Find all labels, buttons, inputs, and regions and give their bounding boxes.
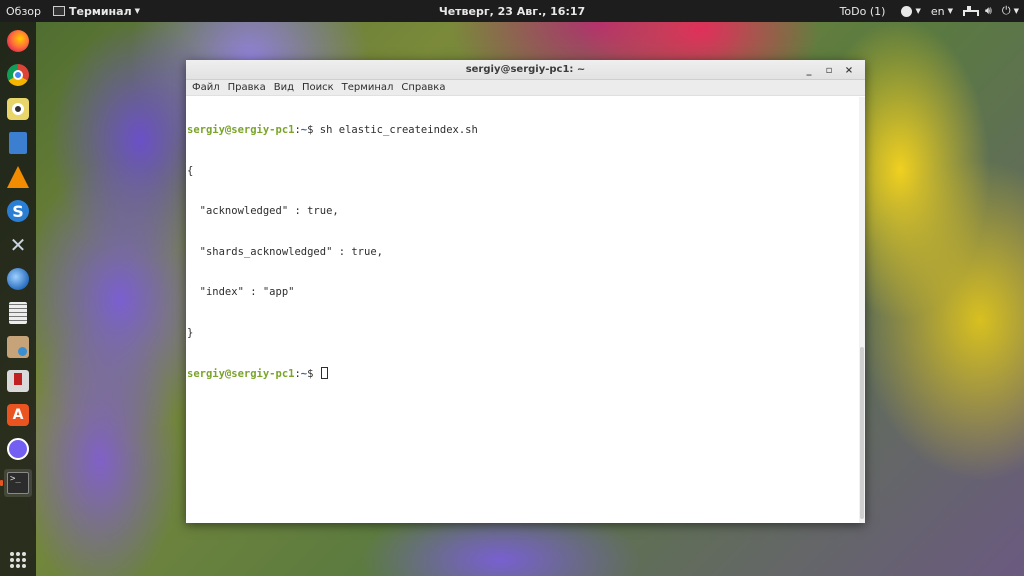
command-line: sergiy@sergiy-pc1:~$ sh elastic_createin… <box>187 124 858 138</box>
menu-bar: Файл Правка Вид Поиск Терминал Справка <box>186 80 865 96</box>
activities-label: Обзор <box>6 4 42 18</box>
window-titlebar[interactable]: sergiy@sergiy-pc1: ~ _ ▫ × <box>186 60 865 80</box>
vlc-icon <box>7 166 29 188</box>
dock-item-software-center[interactable]: A <box>4 401 32 429</box>
menu-file[interactable]: Файл <box>188 80 224 96</box>
output-line: } <box>187 326 194 339</box>
close-button[interactable]: × <box>839 60 859 80</box>
language-menu[interactable]: en ▼ <box>926 0 958 22</box>
menu-help[interactable]: Справка <box>397 80 449 96</box>
app-menu-label: Терминал <box>69 4 132 18</box>
terminal-window: sergiy@sergiy-pc1: ~ _ ▫ × Файл Правка В… <box>186 60 865 523</box>
command-text: sh elastic_createindex.sh <box>319 124 478 136</box>
files-icon <box>7 336 29 358</box>
top-bar: Обзор Терминал ▼ Четверг, 23 Авг., 16:17… <box>0 0 1024 22</box>
window-title: sergiy@sergiy-pc1: ~ <box>465 64 586 75</box>
dock-item-files[interactable] <box>4 333 32 361</box>
dock-item-simplenote[interactable]: S <box>4 197 32 225</box>
window-controls: _ ▫ × <box>799 60 859 80</box>
terminal-output[interactable]: sergiy@sergiy-pc1:~$ sh elastic_createin… <box>186 97 859 523</box>
power-menu[interactable]: ⏻ ▼ <box>997 0 1024 22</box>
dock-item-viber[interactable] <box>4 435 32 463</box>
todo-label: ToDo (1) <box>839 4 886 18</box>
firefox-icon <box>7 30 29 52</box>
software-center-icon: A <box>7 404 29 426</box>
clock-label[interactable]: Четверг, 23 Авг., 16:17 <box>439 5 585 18</box>
maximize-button[interactable]: ▫ <box>819 60 839 80</box>
output-line: "index" : "app" <box>187 286 295 298</box>
network-icon <box>962 6 979 16</box>
terminal-icon: >_ <box>7 472 29 494</box>
dock-item-firefox[interactable] <box>4 27 32 55</box>
dock-item-chrome[interactable] <box>4 61 32 89</box>
show-applications-button[interactable] <box>0 552 36 568</box>
dock-item-installer[interactable] <box>4 367 32 395</box>
menu-edit[interactable]: Правка <box>224 80 270 96</box>
terminal-app-icon <box>53 6 66 16</box>
installer-icon <box>7 370 29 392</box>
accessibility-menu[interactable]: ▼ <box>896 0 925 22</box>
dock: S ✕ A >_ <box>0 22 36 576</box>
minimize-button[interactable]: _ <box>799 60 819 80</box>
menu-terminal[interactable]: Терминал <box>338 80 398 96</box>
scrollbar[interactable] <box>859 97 865 523</box>
rhythmbox-icon <box>7 98 29 120</box>
active-prompt-line: sergiy@sergiy-pc1:~$ <box>187 367 858 381</box>
accessibility-icon <box>901 5 913 17</box>
dock-item-vlc[interactable] <box>4 163 32 191</box>
app-menu-button[interactable]: Терминал ▼ <box>47 0 146 22</box>
prompt-user: sergiy@sergiy-pc1 <box>187 368 295 380</box>
prompt-symbol: $ <box>307 368 320 380</box>
network-indicator[interactable] <box>958 0 980 22</box>
dock-item-terminal[interactable]: >_ <box>0 469 32 497</box>
thunderbird-icon <box>7 268 29 290</box>
viber-icon <box>7 438 29 460</box>
activities-button[interactable]: Обзор <box>0 0 47 22</box>
menu-search[interactable]: Поиск <box>298 80 338 96</box>
simplenote-icon: S <box>7 200 29 222</box>
todo-indicator[interactable]: ToDo (1) <box>835 0 891 22</box>
text-cursor <box>320 367 328 379</box>
status-area: ToDo (1) ▼ en ▼ 🔊︎ ⏻ ▼ <box>835 0 1024 22</box>
dock-item-rhythmbox[interactable] <box>4 95 32 123</box>
chevron-down-icon: ▼ <box>915 7 921 15</box>
prompt-user: sergiy@sergiy-pc1 <box>187 124 295 136</box>
output-line: "shards_acknowledged" : true, <box>187 245 383 258</box>
grid-icon <box>10 552 26 568</box>
language-label: en <box>930 4 945 18</box>
dock-item-calculator[interactable] <box>4 299 32 327</box>
chrome-icon <box>7 64 29 86</box>
output-line: "acknowledged" : true, <box>187 205 339 217</box>
libreoffice-writer-icon <box>9 132 27 154</box>
scrollbar-thumb[interactable] <box>860 347 864 519</box>
dock-item-tools[interactable]: ✕ <box>4 231 32 259</box>
tools-icon: ✕ <box>9 233 27 257</box>
power-icon: ⏻ <box>1001 4 1011 17</box>
output-line: { <box>187 164 194 177</box>
dock-item-thunderbird[interactable] <box>4 265 32 293</box>
menu-view[interactable]: Вид <box>270 80 298 96</box>
prompt-symbol: $ <box>307 124 320 136</box>
chevron-down-icon: ▼ <box>1013 7 1019 15</box>
chevron-down-icon: ▼ <box>134 7 141 15</box>
dock-item-writer[interactable] <box>4 129 32 157</box>
calculator-icon <box>9 302 27 324</box>
volume-indicator[interactable]: 🔊︎ <box>980 0 997 22</box>
chevron-down-icon: ▼ <box>947 7 953 15</box>
volume-icon: 🔊︎ <box>984 4 992 17</box>
